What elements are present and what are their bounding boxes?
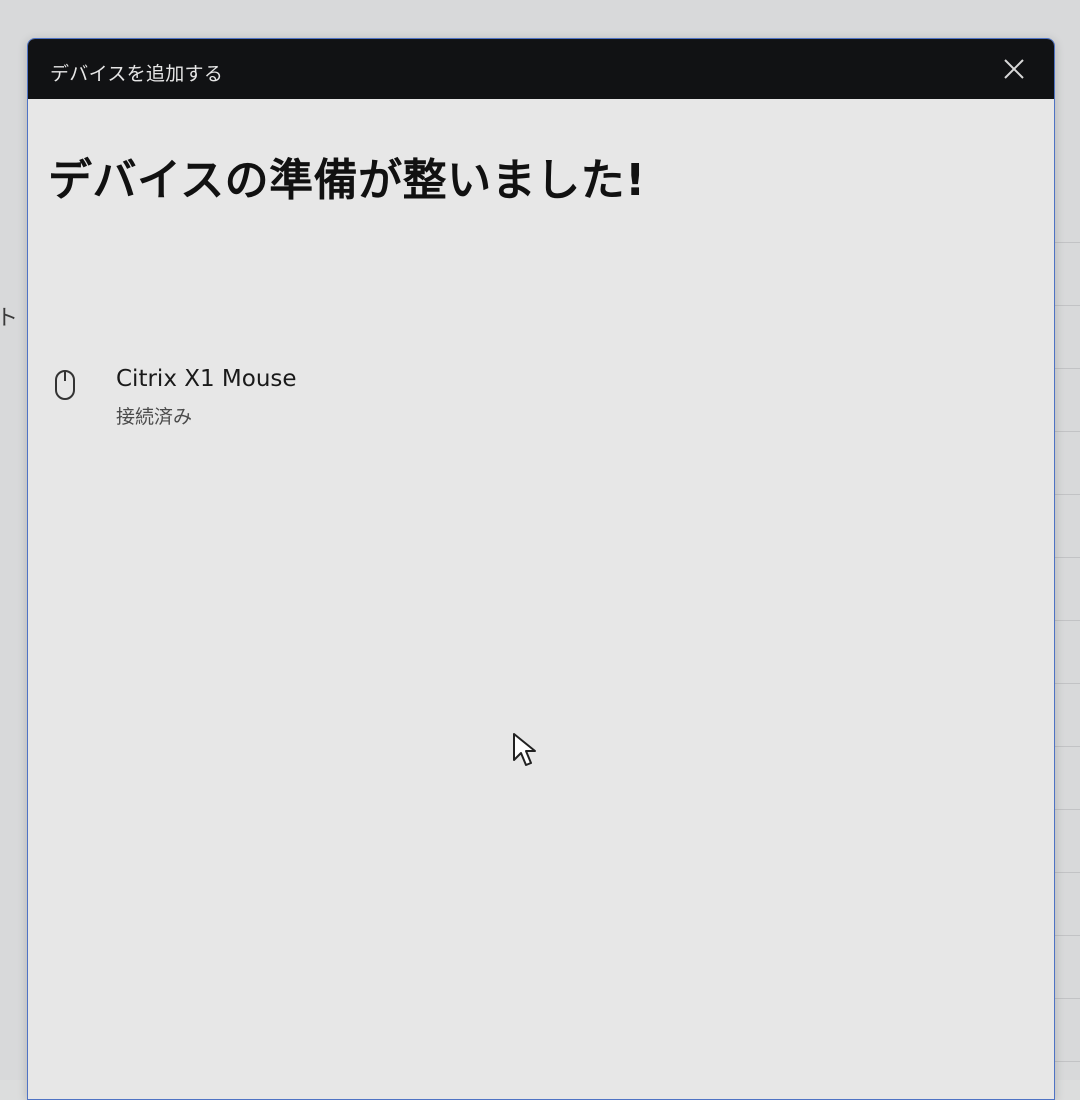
device-name: Citrix X1 Mouse xyxy=(116,366,297,392)
close-icon xyxy=(1004,59,1024,79)
close-button[interactable] xyxy=(994,52,1034,86)
background-window-text: ト xyxy=(0,306,19,331)
mouse-pointer-icon xyxy=(513,733,536,766)
add-device-dialog: デバイスを追加する デバイスの準備が整いました! Citrix X1 Mouse… xyxy=(27,38,1055,1100)
device-status: 接続済み xyxy=(116,406,193,428)
dialog-title: デバイスを追加する xyxy=(50,63,224,85)
device-list-item: Citrix X1 Mouse 接続済み xyxy=(50,361,510,431)
mouse-icon xyxy=(55,370,75,400)
page-title: デバイスの準備が整いました! xyxy=(48,155,646,206)
dialog-title-bar[interactable]: デバイスを追加する xyxy=(28,39,1054,99)
